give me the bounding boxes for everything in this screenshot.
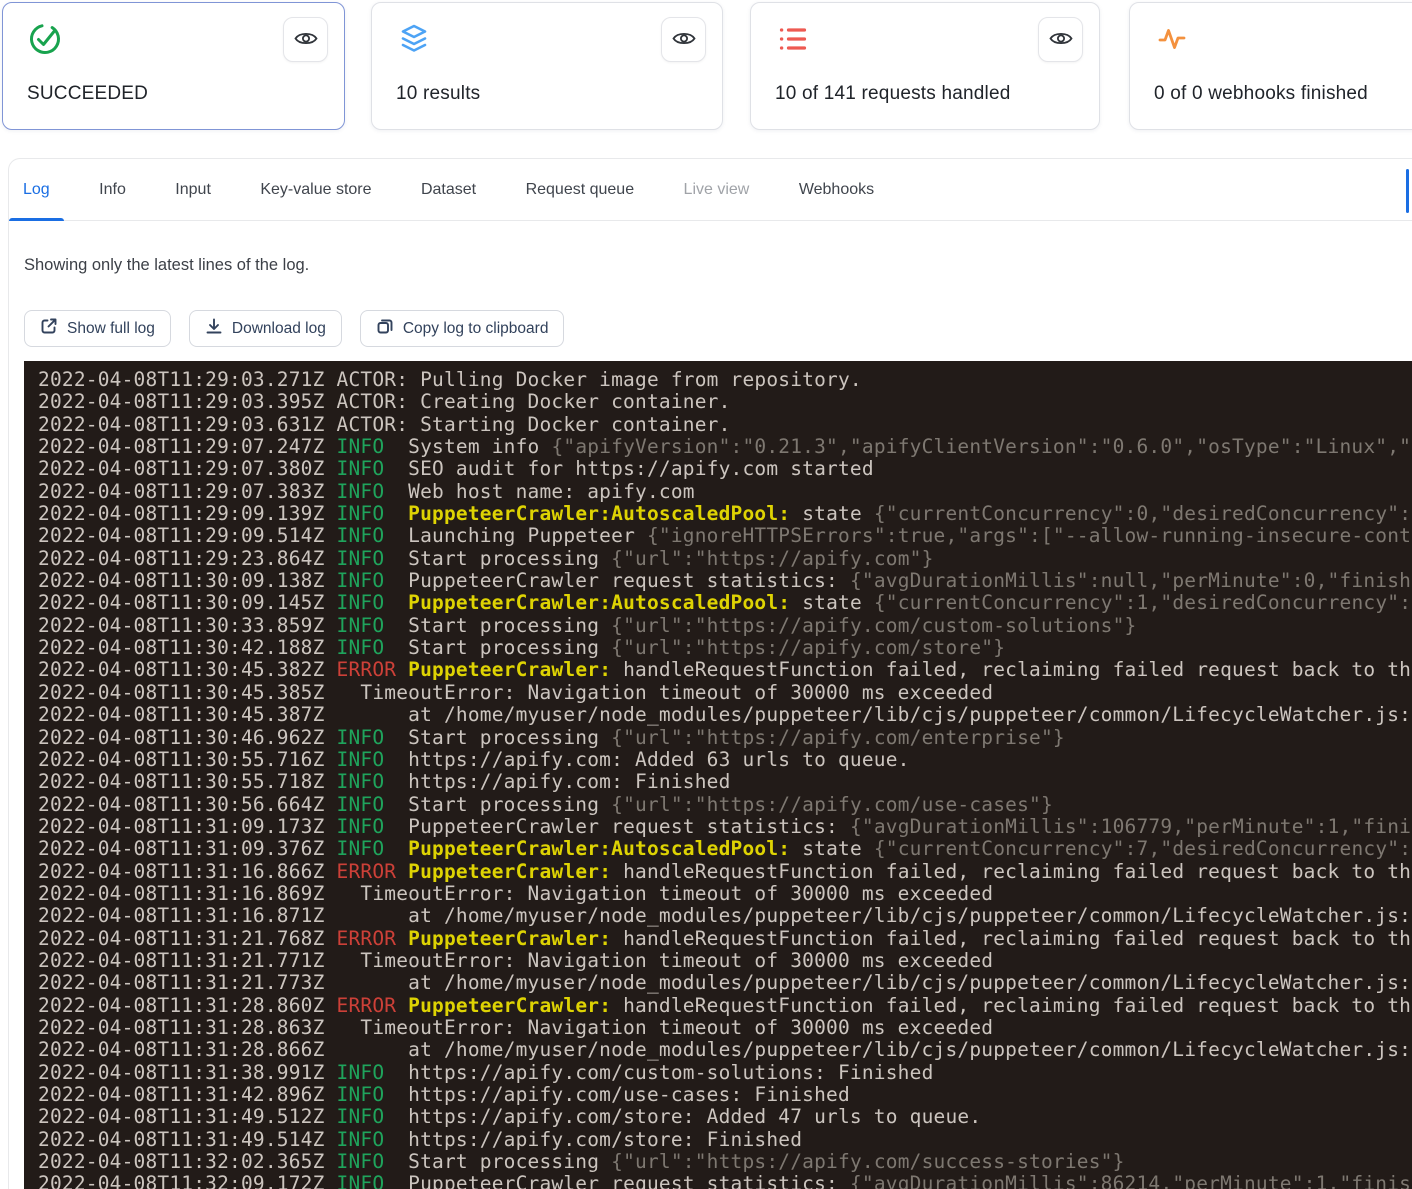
download-log-label: Download log bbox=[232, 320, 326, 338]
view-results-button[interactable] bbox=[661, 17, 706, 62]
log-line: 2022-04-08T11:30:42.188Z INFO Start proc… bbox=[38, 637, 1412, 659]
log-line: 2022-04-08T11:30:33.859Z INFO Start proc… bbox=[38, 615, 1412, 637]
external-link-icon bbox=[40, 317, 58, 340]
log-line: 2022-04-08T11:30:46.962Z INFO Start proc… bbox=[38, 727, 1412, 749]
copy-icon bbox=[376, 317, 394, 340]
webhooks-finished-label: 0 of 0 webhooks finished bbox=[1154, 83, 1368, 105]
tab-log[interactable]: Log bbox=[9, 159, 64, 221]
results-count-label: 10 results bbox=[396, 83, 480, 105]
log-line: 2022-04-08T11:30:09.138Z INFO PuppeteerC… bbox=[38, 570, 1412, 592]
log-line: 2022-04-08T11:30:56.664Z INFO Start proc… bbox=[38, 794, 1412, 816]
pulse-icon bbox=[1154, 21, 1190, 57]
tab-dataset[interactable]: Dataset bbox=[407, 159, 490, 221]
log-line: 2022-04-08T11:31:49.512Z INFO https://ap… bbox=[38, 1106, 1412, 1128]
log-line: 2022-04-08T11:32:09.172Z INFO PuppeteerC… bbox=[38, 1173, 1412, 1189]
log-line: 2022-04-08T11:31:28.866Z at /home/myuser… bbox=[38, 1039, 1412, 1061]
tab-webhooks[interactable]: Webhooks bbox=[785, 159, 888, 221]
log-line: 2022-04-08T11:31:21.768Z ERROR Puppeteer… bbox=[38, 928, 1412, 950]
tab-key-value-store[interactable]: Key-value store bbox=[246, 159, 385, 221]
log-line: 2022-04-08T11:29:23.864Z INFO Start proc… bbox=[38, 548, 1412, 570]
status-card-requests: 10 of 141 requests handled bbox=[750, 2, 1100, 130]
log-line: 2022-04-08T11:31:16.869Z TimeoutError: N… bbox=[38, 883, 1412, 905]
log-line: 2022-04-08T11:31:16.866Z ERROR Puppeteer… bbox=[38, 861, 1412, 883]
log-line: 2022-04-08T11:31:21.771Z TimeoutError: N… bbox=[38, 950, 1412, 972]
log-line: 2022-04-08T11:31:49.514Z INFO https://ap… bbox=[38, 1129, 1412, 1151]
tab-input[interactable]: Input bbox=[161, 159, 225, 221]
log-line: 2022-04-08T11:32:02.365Z INFO Start proc… bbox=[38, 1151, 1412, 1173]
log-line: 2022-04-08T11:29:09.514Z INFO Launching … bbox=[38, 525, 1412, 547]
check-circle-icon bbox=[27, 21, 63, 57]
download-log-button[interactable]: Download log bbox=[189, 310, 342, 347]
status-card-webhooks: 0 of 0 webhooks finished bbox=[1129, 2, 1412, 130]
log-line: 2022-04-08T11:29:07.247Z INFO System inf… bbox=[38, 436, 1412, 458]
log-line: 2022-04-08T11:29:09.139Z INFO PuppeteerC… bbox=[38, 503, 1412, 525]
copy-log-button[interactable]: Copy log to clipboard bbox=[360, 310, 565, 347]
log-line: 2022-04-08T11:31:28.860Z ERROR Puppeteer… bbox=[38, 995, 1412, 1017]
log-line: 2022-04-08T11:29:03.395Z ACTOR: Creating… bbox=[38, 391, 1412, 413]
list-icon bbox=[775, 21, 811, 57]
log-line: 2022-04-08T11:29:03.271Z ACTOR: Pulling … bbox=[38, 369, 1412, 391]
run-status-label: SUCCEEDED bbox=[27, 83, 148, 105]
download-icon bbox=[205, 317, 223, 340]
show-full-log-button[interactable]: Show full log bbox=[24, 310, 171, 347]
log-line: 2022-04-08T11:31:21.773Z at /home/myuser… bbox=[38, 972, 1412, 994]
log-line: 2022-04-08T11:31:42.896Z INFO https://ap… bbox=[38, 1084, 1412, 1106]
log-line: 2022-04-08T11:29:03.631Z ACTOR: Starting… bbox=[38, 414, 1412, 436]
log-line: 2022-04-08T11:31:09.173Z INFO PuppeteerC… bbox=[38, 816, 1412, 838]
eye-icon bbox=[672, 30, 696, 50]
log-line: 2022-04-08T11:31:16.871Z at /home/myuser… bbox=[38, 905, 1412, 927]
log-notice: Showing only the latest lines of the log… bbox=[24, 256, 309, 275]
tab-live-view: Live view bbox=[670, 159, 764, 221]
view-requests-button[interactable] bbox=[1038, 17, 1083, 62]
view-succeeded-button[interactable] bbox=[283, 17, 328, 62]
log-line: 2022-04-08T11:30:55.716Z INFO https://ap… bbox=[38, 749, 1412, 771]
tab-bar: Log Info Input Key-value store Dataset R… bbox=[9, 159, 1412, 221]
log-line: 2022-04-08T11:29:07.380Z INFO SEO audit … bbox=[38, 458, 1412, 480]
log-line: 2022-04-08T11:30:45.387Z at /home/myuser… bbox=[38, 704, 1412, 726]
eye-icon bbox=[294, 30, 318, 50]
log-line: 2022-04-08T11:30:55.718Z INFO https://ap… bbox=[38, 771, 1412, 793]
status-card-results: 10 results bbox=[371, 2, 723, 130]
log-output: 2022-04-08T11:29:03.271Z ACTOR: Pulling … bbox=[24, 361, 1412, 1189]
status-card-succeeded: SUCCEEDED bbox=[2, 2, 345, 130]
log-line: 2022-04-08T11:30:09.145Z INFO PuppeteerC… bbox=[38, 592, 1412, 614]
tab-edge-marker bbox=[1406, 169, 1409, 213]
log-line: 2022-04-08T11:30:45.382Z ERROR Puppeteer… bbox=[38, 659, 1412, 681]
tab-request-queue[interactable]: Request queue bbox=[512, 159, 649, 221]
requests-handled-label: 10 of 141 requests handled bbox=[775, 83, 1011, 105]
layers-icon bbox=[396, 21, 432, 57]
log-line: 2022-04-08T11:31:28.863Z TimeoutError: N… bbox=[38, 1017, 1412, 1039]
copy-log-label: Copy log to clipboard bbox=[403, 320, 549, 338]
tab-info[interactable]: Info bbox=[85, 159, 140, 221]
show-full-log-label: Show full log bbox=[67, 320, 155, 338]
log-line: 2022-04-08T11:31:09.376Z INFO PuppeteerC… bbox=[38, 838, 1412, 860]
log-line: 2022-04-08T11:29:07.383Z INFO Web host n… bbox=[38, 481, 1412, 503]
eye-icon bbox=[1049, 30, 1073, 50]
log-line: 2022-04-08T11:30:45.385Z TimeoutError: N… bbox=[38, 682, 1412, 704]
log-actions: Show full log Download log Copy log to c… bbox=[24, 310, 564, 347]
log-line: 2022-04-08T11:31:38.991Z INFO https://ap… bbox=[38, 1062, 1412, 1084]
